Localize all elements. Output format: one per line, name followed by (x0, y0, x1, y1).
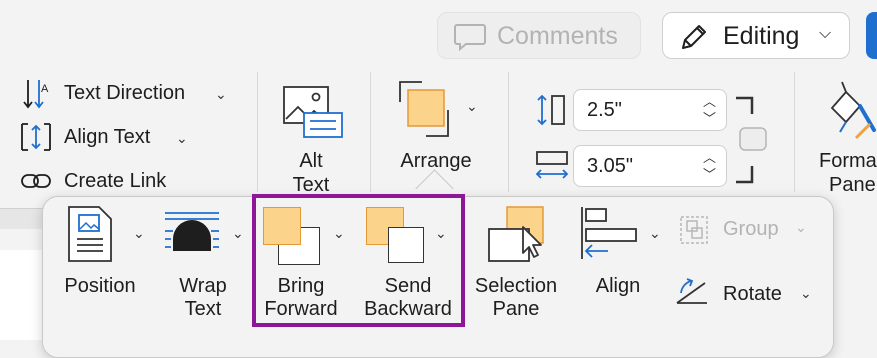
wrap-text-label-line1: Wrap (179, 275, 227, 297)
chevron-down-icon: ⌄ (133, 225, 145, 241)
editing-mode-button[interactable]: Editing ⌵ (662, 12, 850, 59)
comments-label: Comments (497, 22, 618, 50)
group-label: Group (723, 218, 779, 240)
share-button[interactable] (866, 12, 877, 59)
text-direction-icon: A (23, 80, 49, 109)
format-pane-icon (830, 81, 876, 140)
chevron-down-icon: ⌄ (232, 225, 244, 241)
group-icon (680, 216, 708, 244)
rotate-icon (676, 278, 707, 304)
shape-width-icon (535, 151, 569, 179)
ribbon-separator (370, 72, 371, 192)
shape-height-icon (537, 94, 565, 126)
svg-text:A: A (41, 83, 49, 95)
lock-aspect-ratio-icon[interactable] (734, 96, 776, 184)
stepper-arrows-icon[interactable]: ︿ ﹀ (703, 149, 716, 183)
wrap-text-icon (165, 212, 219, 251)
shape-width-value: 3.05" (587, 154, 634, 177)
format-pane-label-line1[interactable]: Forma (819, 150, 877, 173)
selection-pane-label-line1: Selection (474, 275, 558, 297)
create-link-button[interactable]: Create Link (64, 170, 166, 193)
align-label: Align (595, 275, 641, 297)
wrap-text-label-line2: Text (184, 298, 222, 320)
selection-pane-icon (488, 206, 544, 262)
ribbon-separator (508, 72, 509, 192)
chevron-down-icon: ⌄ (466, 98, 478, 114)
arrange-icon (399, 81, 449, 137)
highlight-box (252, 194, 465, 327)
shape-height-value: 2.5" (587, 98, 622, 121)
comment-icon (454, 24, 486, 51)
chevron-down-icon: ⌄ (649, 225, 661, 241)
position-label: Position (64, 275, 136, 297)
chevron-down-icon[interactable]: ⌄ (215, 86, 227, 103)
chevron-down-icon[interactable]: ⌄ (176, 130, 188, 147)
ribbon-separator (257, 72, 258, 192)
stepper-arrows-icon[interactable]: ︿ ﹀ (703, 93, 716, 127)
text-direction-button[interactable]: Text Direction (64, 82, 185, 105)
rotate-label: Rotate (723, 283, 782, 305)
align-text-button[interactable]: Align Text (64, 126, 150, 149)
chevron-down-icon: ⌵ (819, 25, 832, 42)
alt-text-label-line1[interactable]: Alt (286, 150, 336, 173)
align-icon (581, 207, 637, 259)
pencil-icon (682, 25, 706, 49)
selection-pane-label-line2: Pane (492, 298, 540, 320)
chevron-down-icon: ⌄ (795, 219, 807, 235)
arrange-label: Arrange (400, 150, 472, 172)
alt-text-icon (283, 86, 343, 138)
ribbon-separator (794, 72, 795, 192)
chevron-down-icon: ⌄ (800, 285, 812, 301)
position-icon (68, 206, 112, 262)
format-pane-label-line2[interactable]: Pane (829, 174, 877, 197)
shape-width-input[interactable]: 3.05" ︿ ﹀ (573, 145, 727, 187)
editing-label: Editing (723, 22, 800, 50)
shape-height-input[interactable]: 2.5" ︿ ﹀ (573, 89, 727, 131)
link-icon (21, 174, 51, 188)
align-text-icon (21, 123, 51, 151)
comments-button[interactable]: Comments (437, 12, 641, 59)
